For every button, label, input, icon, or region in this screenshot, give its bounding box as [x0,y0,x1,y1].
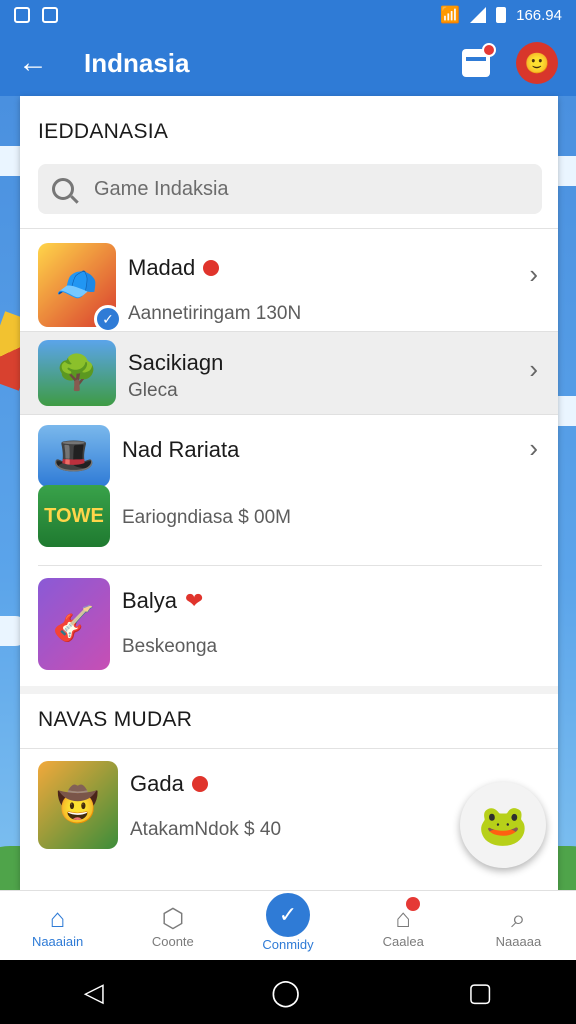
item-subtitle: Gleca [128,380,178,401]
heart-icon: ❤ [185,588,204,613]
game-thumbnail: 🎩 [38,425,110,487]
recents-square-icon[interactable]: ▢ [468,977,493,1008]
search-icon: ⌕ [511,903,526,933]
avatar-cap-icon: 🧢 [55,266,99,304]
item-subtitle: Beskeonga [122,636,218,657]
nav-label: Naaaaa [495,934,542,949]
item-subtitle: Eariogndiasa $ 00M [122,507,291,528]
item-title: Gada [130,771,184,796]
nav-item-content[interactable]: ⬡ Coonte [115,891,230,960]
notification-icon [14,7,30,23]
battery-icon [496,7,507,23]
page-title: Indnasia [84,47,190,78]
main-panel: IEDDANASIA Game Indaksia 🧢 ✓ Madad Aanne… [20,96,558,890]
game-thumbnail: 🌳 [38,340,116,406]
signal-icon [470,7,487,23]
nav-label: Coonte [151,934,194,949]
nav-item-home[interactable]: ⌂ Naaaiain [0,891,115,960]
guitar-character-icon: 🎸 [52,605,96,643]
section-title: NAVAS MUDAR [38,708,193,731]
search-input[interactable]: Game Indaksia [38,164,542,214]
game-thumbnail: TOWE [38,485,110,547]
section-gap [20,686,558,694]
search-icon [52,178,74,200]
item-subtitle: Aannetiringam 130N [128,303,302,324]
game-thumbnail: 🎸 [38,578,110,670]
item-title: Nad Rariata [122,437,240,462]
back-arrow-icon[interactable]: ← [18,48,58,78]
notification-badge [482,43,496,57]
image-icon [42,7,58,23]
tower-logo: TOWE [44,504,104,527]
nav-item-search[interactable]: ⌕ Naaaaa [461,891,576,960]
chevron-right-icon: › [529,259,538,289]
home-circle-icon[interactable]: ◯ [271,977,300,1008]
list-item[interactable]: 🎩 Nad Rariata › [20,415,558,487]
home-icon: ⌂ [49,903,66,933]
status-bar: 📶 166.94 [0,0,576,30]
mascot-fab-button[interactable]: 🐸 [460,782,546,868]
app-bar: ← Indnasia 🙂 [0,30,576,96]
chevron-right-icon: › [529,433,538,463]
bottom-navigation: ⌂ Naaaiain ⬡ Coonte ✓ Conmidy ⌂ Caalea ⌕… [0,890,576,960]
system-navigation-bar: ◁ ◯ ▢ [0,960,576,1024]
list-item[interactable]: 🌳 Sacikiagn Gleca › [20,331,558,415]
nav-item-community[interactable]: ✓ Conmidy [230,891,345,960]
check-icon: ✓ [266,893,310,937]
nav-label: Conmidy [262,937,314,952]
item-title: Balya [122,588,178,613]
chevron-right-icon: › [529,354,538,384]
game-thumbnail: 🧢 ✓ [38,243,122,333]
back-triangle-icon[interactable]: ◁ [84,977,104,1008]
verified-icon: ✓ [94,305,122,333]
wifi-icon: 📶 [440,7,461,24]
forest-icon: 🌳 [55,354,99,392]
item-title: Sacikiagn [128,350,224,375]
alert-dot-icon [191,776,208,792]
avatar[interactable]: 🙂 [516,42,558,84]
hat-character-icon: 🎩 [52,437,96,475]
section-title: IEDDANASIA [38,120,169,143]
nav-label: Naaaiain [31,934,84,949]
nav-label: Caalea [382,934,424,949]
cowboy-character-icon: 🤠 [56,786,100,824]
alert-dot-icon [203,260,220,276]
item-title: Madad [128,255,196,280]
wallet-button[interactable] [462,43,496,77]
hexagon-icon: ⬡ [161,903,185,933]
list-item[interactable]: 🎸 Balya ❤ Beskeonga [20,566,558,686]
list-item[interactable]: 🧢 ✓ Madad Aannetiringam 130N › [20,229,558,333]
status-time: 166.94 [516,6,562,24]
search-placeholder: Game Indaksia [94,177,229,200]
list-item[interactable]: TOWE Eariogndiasa $ 00M [20,485,558,565]
game-thumbnail: 🤠 [38,761,118,849]
nav-item-cases[interactable]: ⌂ Caalea [346,891,461,960]
notification-badge [405,897,420,911]
